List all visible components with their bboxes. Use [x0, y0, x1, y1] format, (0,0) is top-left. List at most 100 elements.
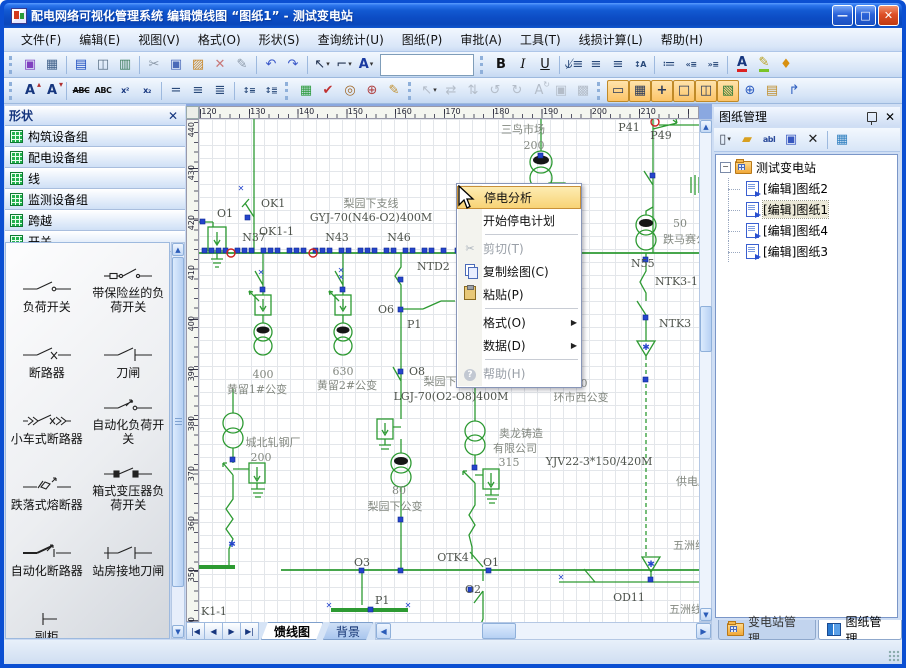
menu-item-0[interactable]: 文件(F)	[12, 29, 70, 50]
canvas-vertical-scrollbar[interactable]: ▲ ▼	[699, 119, 712, 622]
chart-toggle[interactable]: ▧	[717, 80, 739, 102]
shape-group-1[interactable]: 配电设备组	[5, 147, 185, 168]
next-page-button[interactable]: ▶	[223, 622, 241, 640]
toolbar-grip[interactable]	[9, 56, 16, 74]
data-table-button[interactable]: ▦	[41, 54, 63, 76]
tree-sheet-item-1[interactable]: [编辑]图纸1	[716, 199, 897, 220]
menu-item-4[interactable]: 形状(S)	[250, 29, 309, 50]
flip-horizontal-button[interactable]: ⇄	[440, 80, 462, 102]
tree-sheet-item-0[interactable]: [编辑]图纸2	[716, 178, 897, 199]
print-button[interactable]: ▥	[114, 54, 136, 76]
close-icon[interactable]: ✕	[165, 109, 181, 123]
underline-button[interactable]: U	[534, 54, 556, 76]
copy-button[interactable]: ▣	[165, 54, 187, 76]
menu-item-10[interactable]: 帮助(H)	[652, 29, 712, 50]
scroll-left-icon[interactable]: ◀	[376, 623, 391, 639]
toolbar-grip[interactable]	[9, 82, 16, 100]
drawing-canvas[interactable]: ✕✕✕✕✕✕✕✱✱✱ 三鸟市场200P41P49OK1O1OK1-1梨园下支线G…	[199, 119, 701, 622]
align-shapes-button[interactable]: ↖▾	[418, 80, 440, 102]
title-bar[interactable]: 配电网络可视化管理系统 编辑馈线图 “图纸1” - 测试变电站 —□✕	[4, 3, 902, 28]
highlight-button[interactable]: ✎	[753, 54, 775, 76]
cut-button[interactable]: ✂	[143, 54, 165, 76]
context-menu-item-5[interactable]: 粘贴(P)	[457, 283, 581, 306]
indent-decrease-button[interactable]: «≡	[680, 54, 702, 76]
rename-sheet-button[interactable]: abl	[758, 129, 780, 151]
shapes-scrollbar[interactable]: ▲ ▼	[171, 242, 185, 639]
page-breaks-toggle[interactable]: ◫	[695, 80, 717, 102]
text-tool-button[interactable]: A▾	[355, 54, 377, 76]
canvas-horizontal-scrollbar[interactable]: ◀ ▶	[375, 622, 712, 640]
scrollbar-thumb[interactable]	[172, 257, 184, 587]
sync-sheet-button[interactable]: ▦	[831, 129, 853, 151]
context-menu-item-7[interactable]: 格式(O)▶	[457, 311, 581, 334]
align-left-button[interactable]: ⫝̸≡	[563, 54, 585, 76]
approve-stamp-button[interactable]: ⊕	[361, 80, 383, 102]
last-page-button[interactable]: ▶|	[241, 622, 259, 640]
shape-item-5[interactable]: 自动化负荷开关	[88, 383, 170, 449]
space-before-button[interactable]: ↕≡	[238, 80, 260, 102]
tree-root-substation[interactable]: −测试变电站	[716, 155, 897, 178]
page-tab-0[interactable]: 馈线图	[261, 622, 323, 640]
menu-item-8[interactable]: 工具(T)	[511, 29, 570, 50]
properties-button[interactable]: ▤	[761, 80, 783, 102]
open-sheet-button[interactable]: ▰	[736, 129, 758, 151]
menu-item-1[interactable]: 编辑(E)	[70, 29, 129, 50]
context-menu-item-1[interactable]: 开始停电计划	[457, 209, 581, 232]
tree-sheet-item-3[interactable]: [编辑]图纸3	[716, 241, 897, 262]
scrollbar-thumb[interactable]	[700, 306, 712, 352]
shrink-font-button[interactable]: A▾	[41, 80, 63, 102]
strikethrough-button[interactable]: ABC	[70, 80, 92, 102]
shape-item-9[interactable]: 站房接地刀闸	[88, 515, 170, 581]
shape-group-3[interactable]: 监测设备组	[5, 189, 185, 210]
edit-doc-button[interactable]: ✎	[383, 80, 405, 102]
shape-item-10[interactable]: 副柜	[6, 581, 88, 639]
fill-color-button[interactable]: ♦	[775, 54, 797, 76]
style-input[interactable]	[380, 54, 474, 76]
scroll-up-icon[interactable]: ▲	[700, 120, 712, 133]
scrollbar-thumb[interactable]	[482, 623, 516, 639]
indent-increase-button[interactable]: »≡	[702, 54, 724, 76]
menu-item-9[interactable]: 线损计算(L)	[570, 29, 652, 50]
new-sheet-button[interactable]: ▯▾	[714, 129, 736, 151]
line-spacing-15-button[interactable]: ≡	[187, 80, 209, 102]
align-center-button[interactable]: ≡	[585, 54, 607, 76]
abc-button[interactable]: ABC	[92, 80, 114, 102]
pan-zoom-button[interactable]: ⊕	[739, 80, 761, 102]
context-menu-item-4[interactable]: 复制绘图(C)	[457, 260, 581, 283]
layout-arrows-button[interactable]: ↱	[783, 80, 805, 102]
context-menu-item-3[interactable]: ✂剪切(T)	[457, 237, 581, 260]
line-spacing-2-button[interactable]: ≣	[209, 80, 231, 102]
shape-item-3[interactable]: 刀闸	[88, 317, 170, 383]
menu-item-3[interactable]: 格式(O)	[189, 29, 250, 50]
grow-font-button[interactable]: A▴	[19, 80, 41, 102]
font-color-button[interactable]: A	[731, 54, 753, 76]
scroll-right-icon[interactable]: ▶	[696, 623, 711, 639]
connector-tool-button[interactable]: ⌐▾	[333, 54, 355, 76]
shape-item-2[interactable]: 断路器	[6, 317, 88, 383]
flip-vertical-button[interactable]: ⇅	[462, 80, 484, 102]
menu-item-6[interactable]: 图纸(P)	[393, 29, 452, 50]
toolbar-grip[interactable]	[285, 82, 292, 100]
bullet-list-button[interactable]: ≔	[658, 54, 680, 76]
align-right-button[interactable]: ≡	[607, 54, 629, 76]
menu-item-5[interactable]: 查询统计(U)	[309, 29, 393, 50]
delete-sheet-button[interactable]: ✕	[802, 129, 824, 151]
pointer-tool-button[interactable]: ↖▾	[311, 54, 333, 76]
first-page-button[interactable]: |◀	[186, 622, 205, 640]
prev-page-button[interactable]: ◀	[205, 622, 223, 640]
close-icon[interactable]: ✕	[885, 110, 895, 124]
minimize-button[interactable]: —	[832, 5, 853, 26]
format-painter-button[interactable]: ✎	[231, 54, 253, 76]
vertical-text-button[interactable]: ↕A	[629, 54, 651, 76]
shape-item-1[interactable]: 带保险丝的负荷开关	[88, 251, 170, 317]
grid-toggle[interactable]: ▦	[629, 80, 651, 102]
shape-item-4[interactable]: 小车式断路器	[6, 383, 88, 449]
check-drawing-button[interactable]: ✔	[317, 80, 339, 102]
close-button[interactable]: ✕	[878, 5, 899, 26]
shape-item-6[interactable]: 跌落式熔断器	[6, 449, 88, 515]
tree-sheet-item-2[interactable]: [编辑]图纸4	[716, 220, 897, 241]
copy-sheet-button[interactable]: ▣	[780, 129, 802, 151]
find-in-drawing-button[interactable]: ◎	[339, 80, 361, 102]
pin-icon[interactable]	[867, 112, 877, 122]
page-tab-1[interactable]: 背景	[323, 622, 373, 640]
